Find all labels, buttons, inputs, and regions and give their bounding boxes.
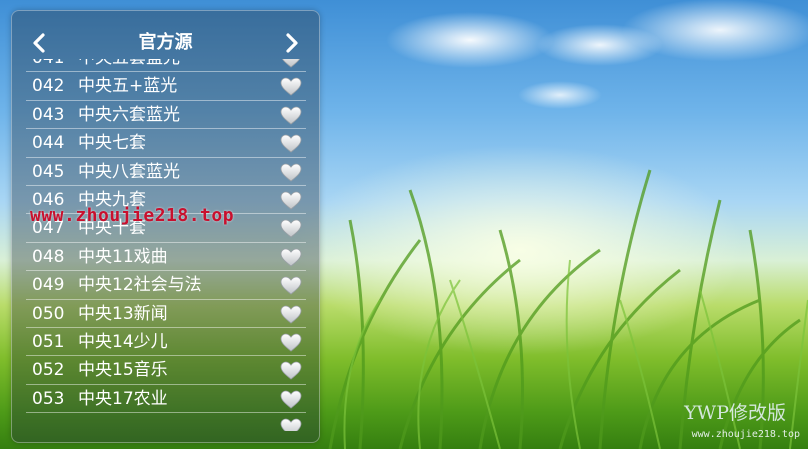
channel-name: 中央14少儿	[78, 331, 168, 352]
channel-row[interactable]: 043 中央六套蓝光	[26, 101, 306, 130]
channel-row[interactable]: 049 中央12社会与法	[26, 271, 306, 300]
channel-row[interactable]: 048 中央11戏曲	[26, 243, 306, 272]
watermark-text: www.zhoujie218.top	[30, 205, 235, 226]
heart-icon[interactable]	[280, 276, 302, 295]
chevron-right-icon[interactable]	[279, 31, 303, 55]
heart-icon[interactable]	[280, 163, 302, 182]
channel-list-panel: 官方源 041中央五套蓝光042中央五+蓝光043中央六套蓝光044中央七套04…	[11, 10, 320, 443]
heart-icon[interactable]	[280, 305, 302, 324]
channel-name: 中央13新闻	[78, 303, 168, 324]
heart-icon[interactable]	[280, 361, 302, 380]
heart-icon[interactable]	[280, 390, 302, 409]
channel-row[interactable]: 051 中央14少儿	[26, 328, 306, 357]
heart-icon[interactable]	[280, 248, 302, 267]
channel-name: 中央五套蓝光	[78, 59, 180, 72]
channel-name: 中央15音乐	[78, 360, 168, 381]
corner-url-text: www.zhoujie218.top	[691, 429, 800, 440]
channel-number: 052	[32, 360, 65, 381]
channel-name: 中央六套蓝光	[78, 104, 180, 125]
channel-number: 050	[32, 303, 65, 324]
channel-name: 中央八套蓝光	[78, 161, 180, 182]
heart-icon[interactable]	[280, 333, 302, 352]
channel-name: 中央12社会与法	[78, 275, 202, 296]
panel-title: 官方源	[138, 32, 193, 53]
channel-number: 044	[32, 133, 65, 154]
channel-row[interactable]: 052 中央15音乐	[26, 356, 306, 385]
heart-icon[interactable]	[280, 106, 302, 125]
heart-icon[interactable]	[280, 191, 302, 210]
channel-list[interactable]: 041 中央五套蓝光 042 中央五+蓝光 043 中央六套蓝光 044 中央七套 045 中央八…	[26, 59, 306, 431]
channel-row[interactable]: 042 中央五+蓝光	[26, 72, 306, 101]
channel-number: 042	[32, 76, 65, 97]
channel-number: 048	[32, 246, 65, 267]
channel-number: 043	[32, 104, 65, 125]
channel-row[interactable]: 050 中央13新闻	[26, 300, 306, 328]
heart-icon[interactable]	[280, 77, 302, 96]
corner-brand-text: YWP修改版	[684, 402, 786, 424]
channel-number: 045	[32, 161, 65, 182]
channel-row[interactable]: 044 中央七套	[26, 129, 306, 158]
channel-row[interactable]: 053 中央17农业	[26, 385, 306, 414]
channel-row[interactable]: 045 中央八套蓝光	[26, 158, 306, 186]
heart-icon[interactable]	[280, 134, 302, 153]
heart-icon[interactable]	[280, 219, 302, 238]
channel-number: 051	[32, 331, 65, 352]
channel-number: 049	[32, 275, 65, 296]
channel-row[interactable]	[26, 413, 306, 431]
channel-name: 中央17农业	[78, 388, 168, 409]
channel-name: 中央五+蓝光	[78, 76, 178, 97]
channel-row[interactable]: 041 中央五套蓝光	[26, 59, 306, 73]
channel-name: 中央七套	[78, 133, 146, 154]
channel-name: 中央11戏曲	[78, 246, 168, 267]
channel-number: 041	[32, 59, 64, 72]
channel-number: 053	[32, 388, 65, 409]
heart-icon[interactable]	[280, 59, 302, 68]
heart-icon[interactable]	[280, 418, 302, 431]
